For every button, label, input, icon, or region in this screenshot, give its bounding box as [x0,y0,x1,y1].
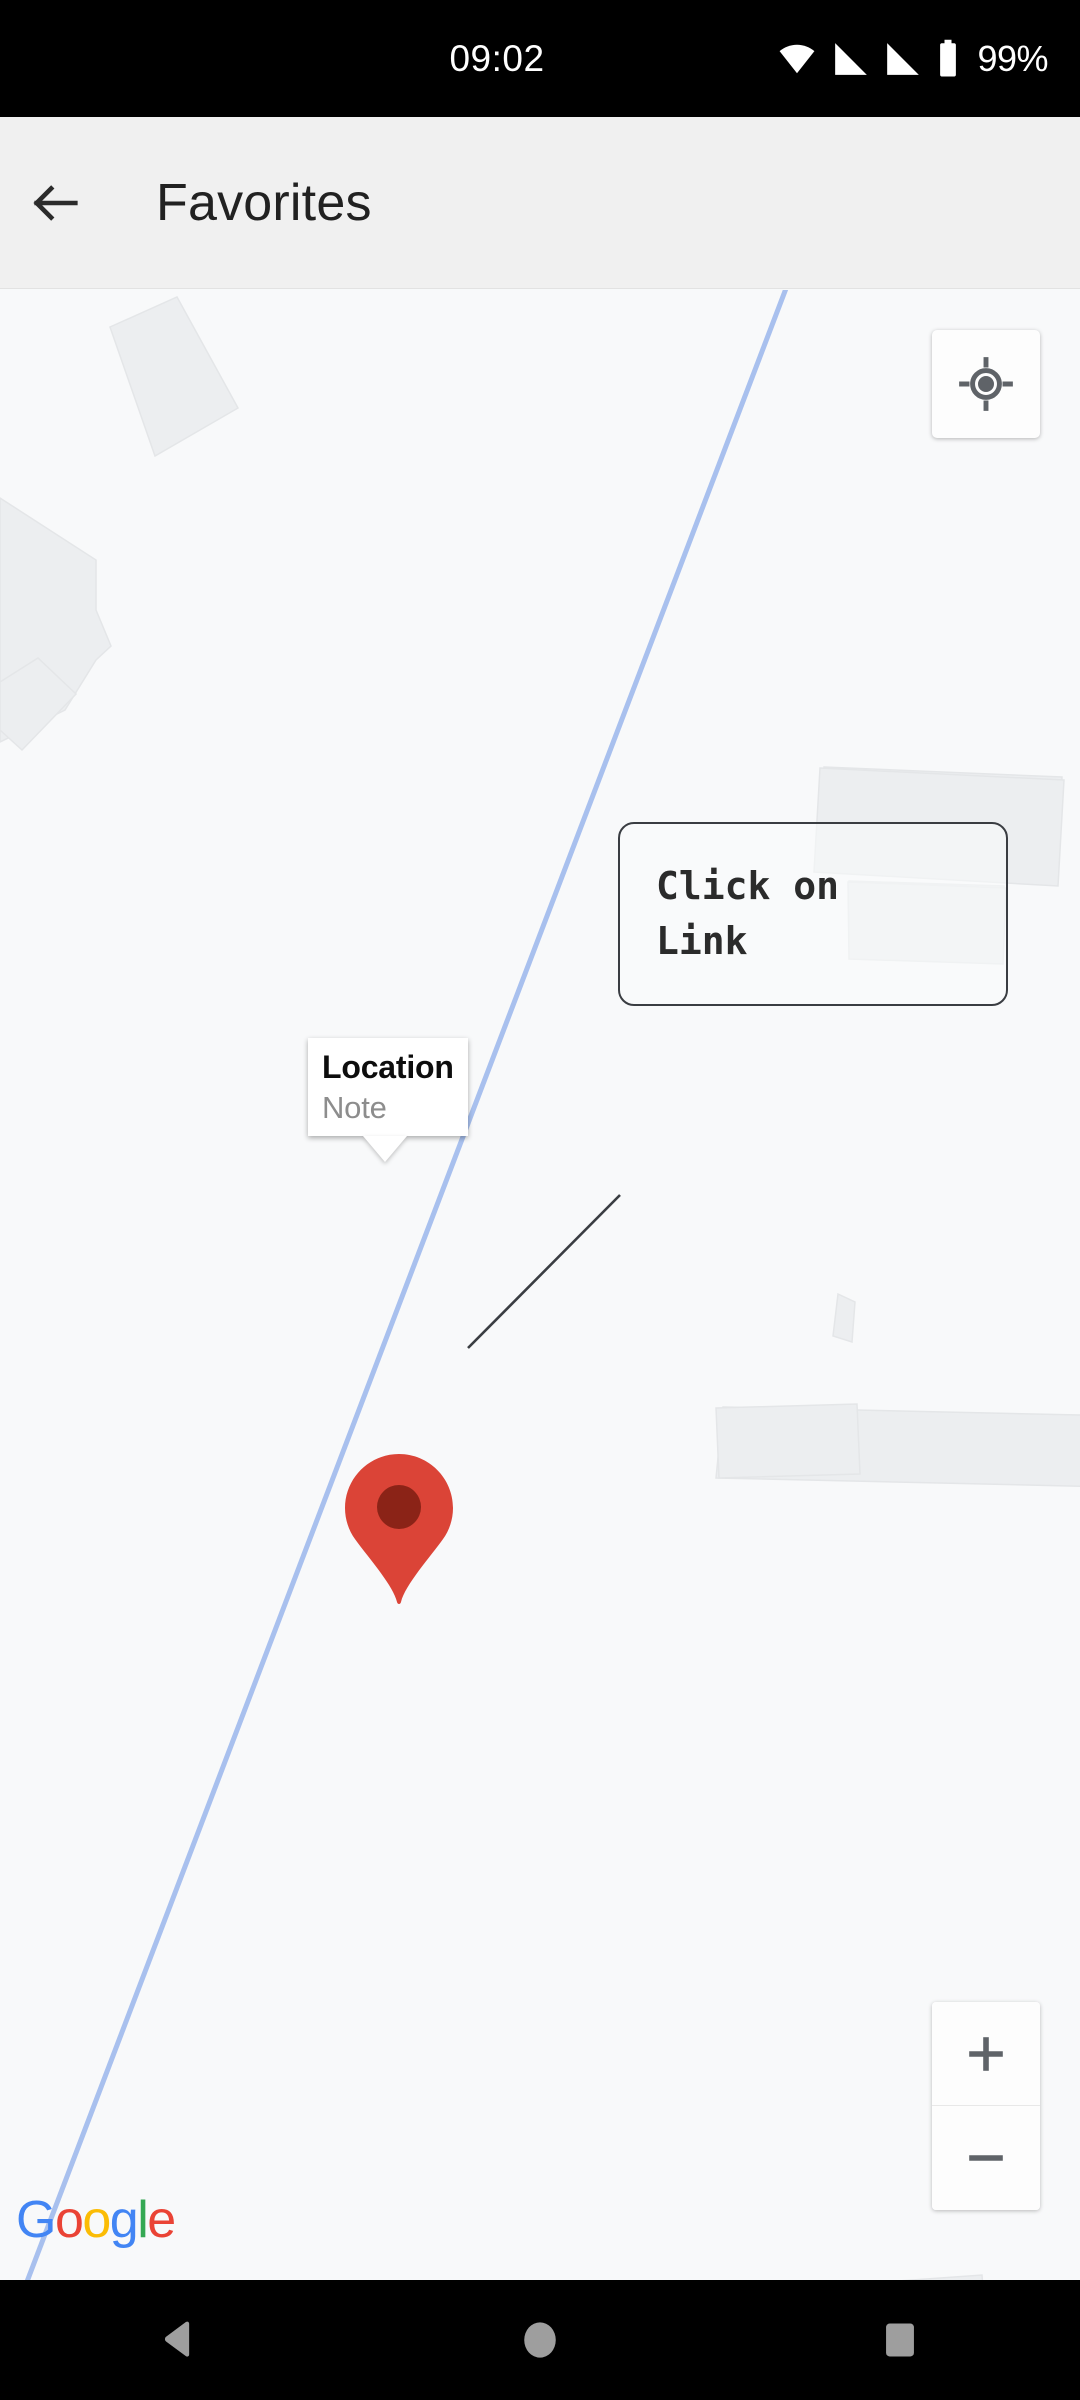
triangle-back-icon [164,2321,190,2357]
wifi-icon [780,44,815,73]
circle-home-icon [524,2322,556,2358]
minus-icon [969,2155,1003,2161]
annotation-callout-text: Click on Link [656,863,840,963]
nav-home-button[interactable] [450,2280,630,2400]
status-bar: 09:02 99% [0,0,1080,117]
zoom-out-button[interactable] [932,2106,1040,2210]
marker-info-window[interactable]: Location Note [308,1038,468,1163]
page-title: Favorites [156,173,372,232]
zoom-controls [932,2002,1040,2210]
phone-screen: 09:02 99% Favorites G o o g l e Location… [0,0,1080,2400]
logo-letter-l: l [137,2191,149,2249]
nav-recents-button[interactable] [810,2280,990,2400]
zoom-in-button[interactable] [932,2002,1040,2106]
app-bar: Favorites [0,117,1080,289]
my-location-button[interactable] [932,330,1040,438]
map-canvas[interactable]: G o o g l e [0,290,1080,2280]
status-bar-icons: 99% [775,0,1048,117]
back-button[interactable] [0,117,112,289]
my-location-icon [959,357,1013,411]
plus-icon [969,2036,1003,2071]
annotation-callout-box: Click on Link [618,822,1008,1006]
signal-icon-2 [887,42,920,75]
logo-letter-G: G [16,2191,56,2249]
logo-letter-o2: o [82,2191,111,2249]
logo-letter-o1: o [54,2191,84,2249]
square-recents-icon [886,2323,914,2357]
info-window-tail [363,1136,407,1163]
map-vector-layer [0,290,1080,2280]
android-navigation-bar [0,2280,1080,2400]
info-window-title: Location [322,1049,454,1085]
battery-percent-label: 99% [977,37,1048,79]
logo-letter-e: e [147,2191,176,2249]
signal-icon-1 [835,42,868,75]
battery-icon [940,39,957,76]
nav-back-button[interactable] [90,2280,270,2400]
info-window-snippet: Note [322,1089,387,1125]
back-arrow-icon [33,184,78,221]
google-attribution-logo: G o o g l e [16,2190,176,2250]
logo-letter-g: g [109,2191,139,2249]
